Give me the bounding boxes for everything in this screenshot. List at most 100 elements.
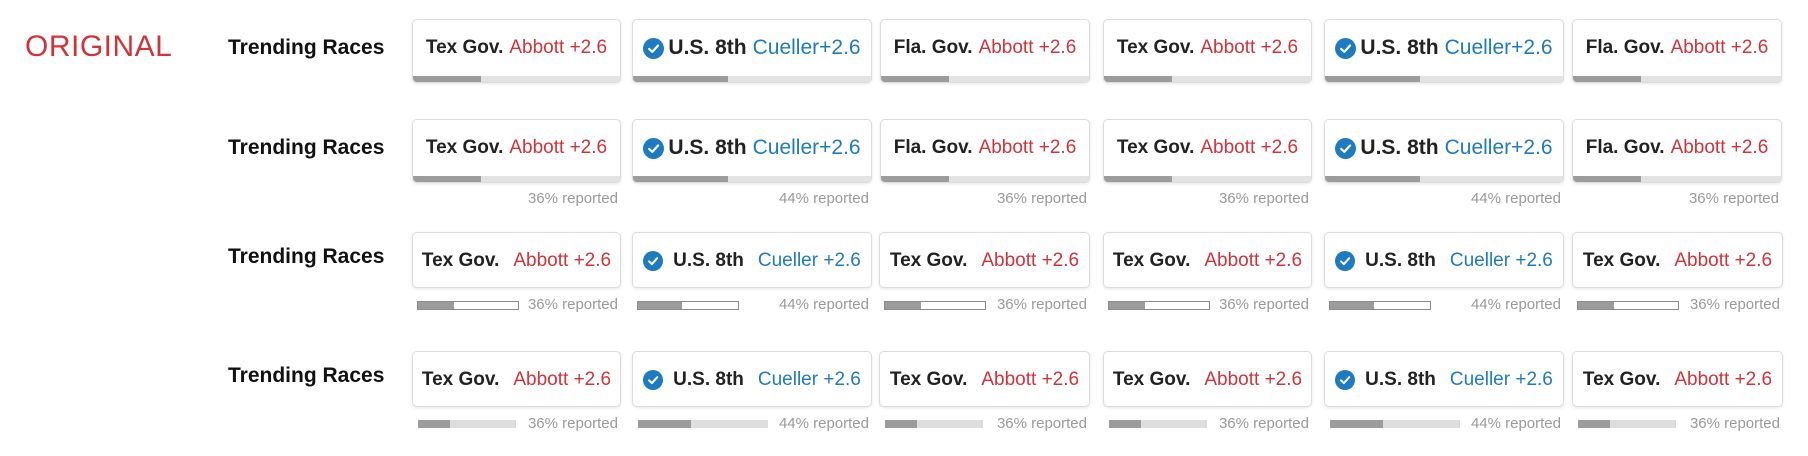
race-leader: Abbott +2.6	[978, 137, 1077, 158]
reported-progress-fill	[633, 176, 729, 182]
race-card[interactable]: Tex Gov. Abbott +2.6	[1572, 232, 1783, 288]
reported-progress-bar	[881, 76, 1089, 82]
reported-label: 36% reported	[527, 190, 618, 207]
reported-label: 36% reported	[996, 296, 1087, 313]
reported-progress-bar	[1108, 301, 1210, 310]
race-card[interactable]: U.S. 8th Cueller+2.6	[1324, 119, 1564, 183]
race-name: Tex Gov.	[421, 250, 500, 271]
race-name: Tex Gov.	[425, 37, 504, 58]
reported-progress-bar	[1329, 301, 1431, 310]
race-card[interactable]: Fla. Gov. Abbott +2.6	[880, 19, 1090, 83]
checkmark-icon	[1335, 37, 1357, 59]
race-leader: Abbott +2.6	[981, 250, 1080, 271]
reported-progress-fill	[413, 176, 481, 182]
race-name: Tex Gov.	[889, 369, 968, 390]
race-card-content: Tex Gov. Abbott +2.6	[880, 233, 1089, 287]
race-card-content: Tex Gov. Abbott +2.6	[880, 352, 1089, 406]
race-card[interactable]: Tex Gov. Abbott +2.6	[412, 119, 621, 183]
reported-label: 36% reported	[1218, 415, 1309, 432]
race-card[interactable]: U.S. 8th Cueller+2.6	[632, 19, 872, 83]
race-leader: Abbott +2.6	[1200, 37, 1299, 58]
race-card[interactable]: Tex Gov. Abbott +2.6	[1103, 232, 1312, 288]
race-card[interactable]: Tex Gov. Abbott +2.6	[412, 351, 621, 407]
race-card-content: U.S. 8th Cueller +2.6	[633, 352, 871, 406]
race-leader: Abbott +2.6	[1674, 250, 1773, 271]
race-card[interactable]: U.S. 8th Cueller +2.6	[632, 232, 872, 288]
reported-progress-fill	[638, 302, 682, 309]
race-card-content: Tex Gov. Abbott +2.6	[413, 233, 620, 287]
reported-progress-bar	[1325, 176, 1563, 182]
reported-progress-bar	[1330, 420, 1460, 428]
reported-progress-bar	[638, 420, 768, 428]
race-name: Tex Gov.	[1112, 250, 1191, 271]
reported-progress-bar	[637, 301, 739, 310]
race-leader: Cueller+2.6	[1444, 36, 1553, 59]
race-name: U.S. 8th	[1360, 36, 1439, 59]
race-leader: Abbott +2.6	[1204, 369, 1303, 390]
race-leader: Cueller +2.6	[1449, 369, 1553, 390]
reported-label: 36% reported	[1218, 296, 1309, 313]
reported-progress-bar	[1573, 176, 1781, 182]
reported-label: 44% reported	[1470, 415, 1561, 432]
row-title: Trending Races	[228, 136, 385, 159]
reported-progress-bar	[1109, 420, 1207, 428]
reported-progress-fill	[1325, 176, 1421, 182]
race-name: U.S. 8th	[1365, 369, 1436, 390]
reported-progress-fill	[1330, 302, 1374, 309]
reported-progress-fill	[418, 420, 451, 428]
race-name: Tex Gov.	[889, 250, 968, 271]
race-card[interactable]: U.S. 8th Cueller+2.6	[632, 119, 872, 183]
reported-label: 44% reported	[778, 296, 869, 313]
reported-progress-bar	[1573, 76, 1781, 82]
race-card-content: U.S. 8th Cueller+2.6	[633, 120, 871, 176]
race-card[interactable]: Fla. Gov. Abbott +2.6	[1572, 19, 1782, 83]
race-card[interactable]: Fla. Gov. Abbott +2.6	[880, 119, 1090, 183]
races-comparison-canvas: ORIGINAL Trending Races Tex Gov. Abbott +2…	[0, 0, 1808, 456]
reported-progress-bar	[418, 420, 516, 428]
race-leader: Cueller +2.6	[757, 369, 861, 390]
reported-progress-bar	[885, 420, 983, 428]
race-leader: Abbott +2.6	[513, 250, 612, 271]
checkmark-icon	[643, 37, 665, 59]
race-name: U.S. 8th	[668, 36, 747, 59]
reported-progress-bar	[1577, 301, 1679, 310]
race-card[interactable]: Tex Gov. Abbott +2.6	[1103, 19, 1312, 83]
race-card[interactable]: Tex Gov. Abbott +2.6	[412, 232, 621, 288]
reported-label: 36% reported	[1688, 190, 1779, 207]
race-card-content: U.S. 8th Cueller +2.6	[1325, 233, 1563, 287]
race-leader: Abbott +2.6	[1674, 369, 1773, 390]
race-name: Tex Gov.	[1112, 369, 1191, 390]
race-card-content: Tex Gov. Abbott +2.6	[1573, 233, 1782, 287]
race-card[interactable]: Tex Gov. Abbott +2.6	[412, 19, 621, 83]
race-card-content: Tex Gov. Abbott +2.6	[413, 20, 620, 76]
checkmark-icon	[643, 251, 664, 271]
reported-label: 36% reported	[1218, 190, 1309, 207]
race-name: Fla. Gov.	[1585, 37, 1665, 58]
race-card[interactable]: U.S. 8th Cueller+2.6	[1324, 19, 1564, 83]
reported-label: 44% reported	[1470, 296, 1561, 313]
race-card[interactable]: Tex Gov. Abbott +2.6	[1103, 119, 1312, 183]
race-card-content: U.S. 8th Cueller +2.6	[1325, 352, 1563, 406]
race-card[interactable]: U.S. 8th Cueller +2.6	[632, 351, 872, 407]
race-card[interactable]: Fla. Gov. Abbott +2.6	[1572, 119, 1782, 183]
race-leader: Abbott +2.6	[1670, 37, 1769, 58]
race-card[interactable]: U.S. 8th Cueller +2.6	[1324, 351, 1564, 407]
race-card[interactable]: Tex Gov. Abbott +2.6	[1572, 351, 1783, 407]
race-leader: Cueller +2.6	[757, 250, 861, 271]
reported-progress-fill	[413, 76, 481, 82]
race-name: U.S. 8th	[673, 250, 744, 271]
race-name: Tex Gov.	[1116, 37, 1195, 58]
race-card[interactable]: U.S. 8th Cueller +2.6	[1324, 232, 1564, 288]
race-card[interactable]: Tex Gov. Abbott +2.6	[879, 351, 1090, 407]
reported-label: 44% reported	[778, 190, 869, 207]
reported-progress-bar	[633, 176, 871, 182]
race-card[interactable]: Tex Gov. Abbott +2.6	[879, 232, 1090, 288]
reported-progress-fill	[881, 176, 950, 182]
reported-progress-fill	[1104, 176, 1172, 182]
checkmark-icon	[643, 370, 664, 390]
reported-progress-fill	[1109, 302, 1145, 309]
race-card[interactable]: Tex Gov. Abbott +2.6	[1103, 351, 1312, 407]
reported-progress-fill	[1109, 420, 1142, 428]
reported-progress-fill	[1578, 420, 1611, 428]
reported-label: 36% reported	[1689, 415, 1780, 432]
